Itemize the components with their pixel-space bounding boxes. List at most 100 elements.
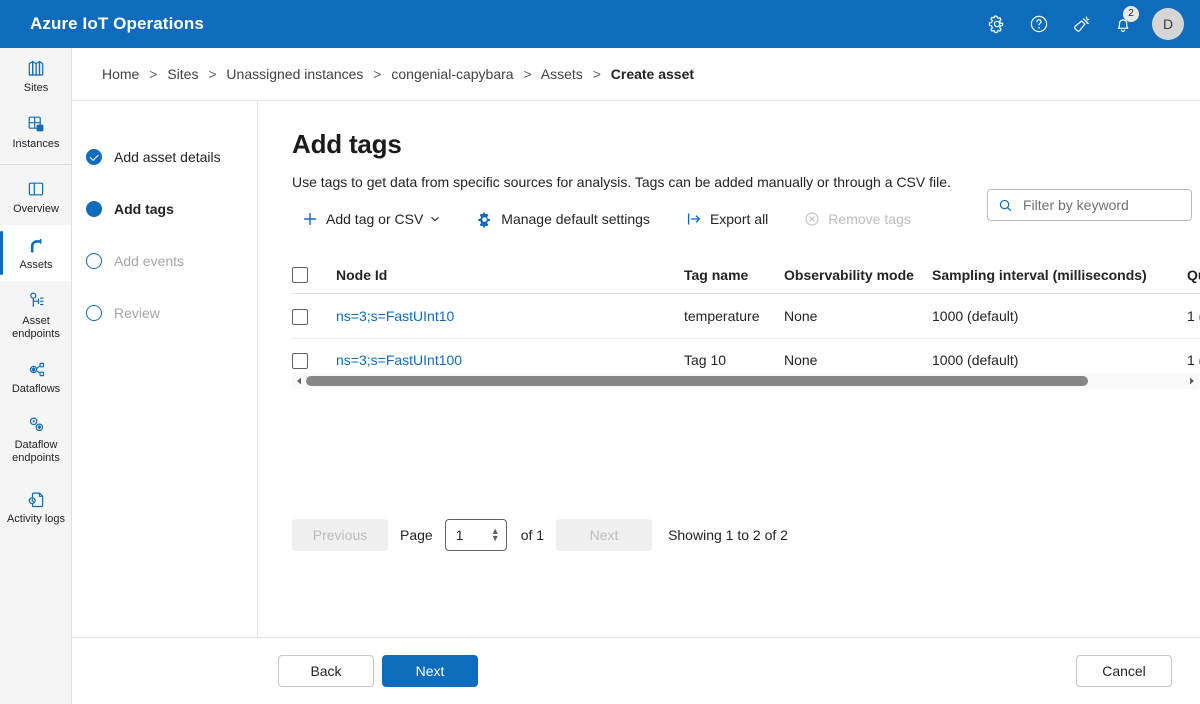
wizard-step-label: Add tags [114, 201, 174, 217]
wizard-steps: Add asset details Add tags Add events Re… [72, 101, 258, 637]
plus-icon [302, 211, 318, 227]
sidebar-item-instances[interactable]: Instances [0, 104, 72, 160]
select-all-header [292, 258, 336, 294]
breadcrumb-item-unassigned-instances[interactable]: Unassigned instances [226, 66, 363, 82]
avatar[interactable]: D [1152, 8, 1184, 40]
sidebar-item-label: Assets [19, 259, 52, 272]
settings-gear-icon[interactable] [976, 4, 1018, 44]
table-horizontal-scrollbar[interactable] [292, 373, 1199, 389]
cell-node-id: ns=3;s=FastUInt10 [336, 294, 684, 338]
wizard-step-add-asset-details[interactable]: Add asset details [72, 131, 257, 183]
wizard-footer: Back Next Cancel [72, 637, 1200, 704]
remove-tags-button[interactable]: Remove tags [794, 203, 920, 235]
wizard-card: Add asset details Add tags Add events Re… [72, 100, 1200, 637]
table-header-row: Node Id Tag name Observability mode Samp… [292, 258, 1200, 294]
breadcrumb-current: Create asset [611, 66, 694, 82]
page-total-label: of 1 [521, 527, 544, 543]
search-input[interactable] [1021, 196, 1171, 214]
breadcrumb-item-assets[interactable]: Assets [541, 66, 583, 82]
chevron-down-icon [430, 214, 440, 224]
app-header: Azure IoT Operations [0, 0, 1200, 48]
node-id-link[interactable]: ns=3;s=FastUInt10 [336, 308, 454, 324]
overview-icon [26, 178, 46, 200]
command-label: Remove tags [828, 211, 910, 227]
sidebar-item-assets[interactable]: Assets [0, 225, 72, 281]
step-current-dot-icon [86, 201, 102, 217]
manage-default-settings-button[interactable]: Manage default settings [466, 203, 660, 235]
sidebar-item-label: Asset endpoints [0, 315, 72, 341]
sidebar-item-label: Activity logs [7, 513, 65, 526]
page-number-input[interactable] [454, 526, 490, 544]
step-pending-circle-icon [86, 253, 102, 269]
tags-table: Node Id Tag name Observability mode Samp… [292, 258, 1200, 383]
help-question-icon[interactable] [1018, 4, 1060, 44]
node-id-link[interactable]: ns=3;s=FastUInt100 [336, 352, 462, 368]
select-all-checkbox[interactable] [292, 267, 308, 283]
header-actions: 2 D [976, 0, 1200, 48]
sidebar-divider [0, 164, 71, 165]
wizard-step-add-tags[interactable]: Add tags [72, 183, 257, 235]
back-button[interactable]: Back [278, 655, 374, 687]
sidebar-item-label: Dataflows [12, 383, 60, 396]
column-header-tag-name[interactable]: Tag name [684, 258, 784, 294]
sidebar-item-asset-endpoints[interactable]: Asset endpoints [0, 281, 72, 349]
row-checkbox[interactable] [292, 309, 308, 325]
previous-page-button[interactable]: Previous [292, 519, 388, 551]
wizard-step-label: Add asset details [114, 149, 221, 165]
notifications-bell-icon[interactable]: 2 [1102, 4, 1144, 44]
instances-icon [26, 113, 46, 135]
cancel-button[interactable]: Cancel [1076, 655, 1172, 687]
sidebar-item-dataflows[interactable]: Dataflows [0, 349, 72, 405]
column-header-node-id[interactable]: Node Id [336, 258, 684, 294]
sidebar-item-label: Overview [13, 203, 59, 216]
wizard-step-label: Add events [114, 253, 184, 269]
asset-endpoints-icon [26, 290, 47, 312]
next-page-button[interactable]: Next [556, 519, 652, 551]
stepper-down-icon[interactable]: ▼ [491, 535, 500, 542]
next-button[interactable]: Next [382, 655, 478, 687]
notification-badge: 2 [1123, 6, 1139, 22]
column-header-queue-size[interactable]: Qu [1187, 258, 1200, 294]
command-label: Manage default settings [501, 211, 650, 227]
export-all-button[interactable]: Export all [676, 203, 778, 235]
column-header-observability-mode[interactable]: Observability mode [784, 258, 932, 294]
sidebar-item-activity-logs[interactable]: Activity logs [0, 473, 72, 541]
scrollbar-thumb[interactable] [306, 376, 1088, 386]
page-number-stepper[interactable]: ▲ ▼ [445, 519, 507, 551]
wizard-step-review[interactable]: Review [72, 287, 257, 339]
add-tag-or-csv-button[interactable]: Add tag or CSV [292, 203, 450, 235]
sidebar-item-dataflow-endpoints[interactable]: Dataflow endpoints [0, 405, 72, 473]
row-select-cell [292, 294, 336, 338]
tags-table-container: Node Id Tag name Observability mode Samp… [292, 258, 1199, 383]
filter-search-box[interactable] [987, 189, 1192, 221]
command-label: Add tag or CSV [326, 211, 423, 227]
remove-circle-icon [804, 211, 820, 227]
showing-range-label: Showing 1 to 2 of 2 [668, 527, 788, 543]
wizard-step-label: Review [114, 305, 160, 321]
wizard-step-add-events[interactable]: Add events [72, 235, 257, 287]
step-complete-check-icon [86, 149, 102, 165]
scroll-left-arrow-icon[interactable] [292, 377, 306, 385]
breadcrumb-bar: Home > Sites > Unassigned instances > co… [72, 48, 1200, 100]
stepper-arrows[interactable]: ▲ ▼ [491, 528, 500, 542]
feedback-megaphone-icon[interactable] [1060, 4, 1102, 44]
scroll-right-arrow-icon[interactable] [1185, 377, 1199, 385]
dataflow-endpoints-icon [26, 414, 47, 436]
column-header-sampling-interval[interactable]: Sampling interval (milliseconds) [932, 258, 1187, 294]
page-title: Add tags [292, 129, 1200, 160]
breadcrumb-item-sites[interactable]: Sites [167, 66, 198, 82]
scrollbar-track[interactable] [306, 376, 1185, 386]
wizard-panel: Add tags Use tags to get data from speci… [258, 101, 1200, 637]
dataflows-icon [26, 358, 47, 380]
breadcrumb-item-home[interactable]: Home [102, 66, 139, 82]
step-pending-circle-icon [86, 305, 102, 321]
row-checkbox[interactable] [292, 353, 308, 369]
pagination: Previous Page ▲ ▼ of 1 Next Showing 1 to… [292, 519, 788, 551]
sidebar-item-sites[interactable]: Sites [0, 48, 72, 104]
sidebar-item-overview[interactable]: Overview [0, 169, 72, 225]
page-subtitle: Use tags to get data from specific sourc… [292, 174, 1200, 190]
table-row[interactable]: ns=3;s=FastUInt10 temperature None 1000 … [292, 294, 1200, 338]
assets-icon [26, 234, 47, 256]
sidebar-item-label: Instances [12, 138, 59, 151]
breadcrumb-item-instance[interactable]: congenial-capybara [391, 66, 513, 82]
